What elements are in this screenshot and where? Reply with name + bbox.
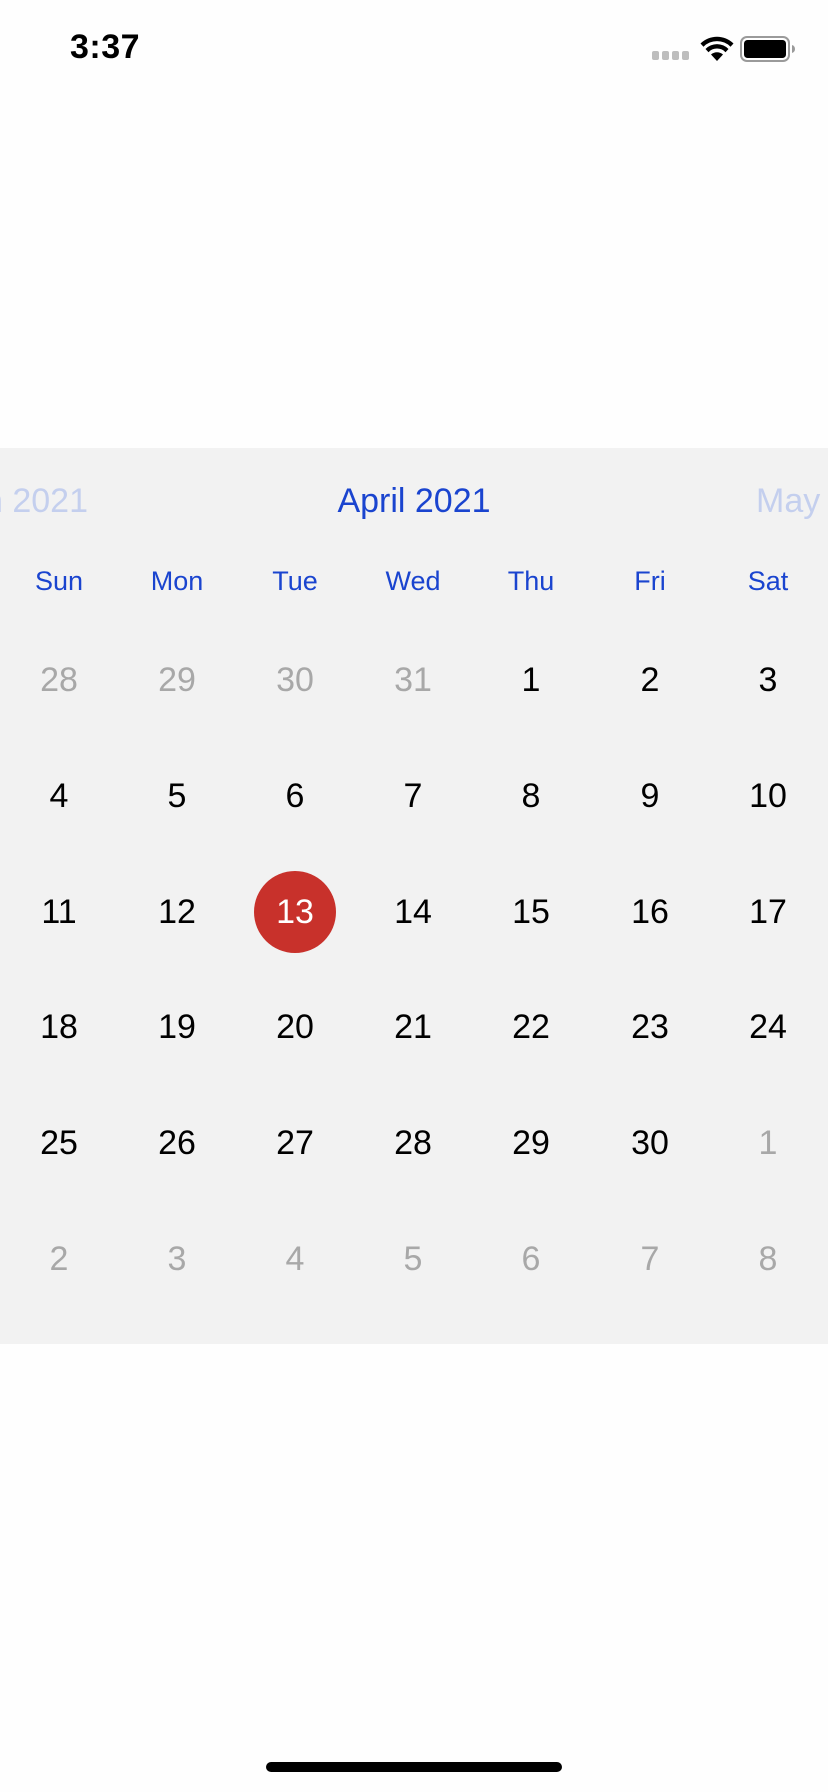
day-cell[interactable]: 22 — [490, 986, 572, 1068]
day-cell[interactable]: 18 — [18, 986, 100, 1068]
day-cell[interactable]: 2 — [609, 639, 691, 721]
day-cell[interactable]: 17 — [727, 871, 809, 953]
day-cell[interactable]: 27 — [254, 1102, 336, 1184]
day-cell[interactable]: 30 — [609, 1102, 691, 1184]
day-cell[interactable]: 15 — [490, 871, 572, 953]
day-cell[interactable]: 16 — [609, 871, 691, 953]
day-cell[interactable]: 3 — [136, 1218, 218, 1300]
calendar-view: March 2021 April 2021 May 2021 Sun Mon T… — [0, 448, 828, 1344]
day-cell[interactable]: 7 — [372, 755, 454, 837]
day-cell[interactable]: 28 — [18, 639, 100, 721]
day-cell[interactable]: 23 — [609, 986, 691, 1068]
day-cell[interactable]: 21 — [372, 986, 454, 1068]
wifi-icon — [700, 36, 734, 61]
home-indicator[interactable] — [266, 1762, 562, 1772]
day-cell[interactable]: 8 — [727, 1218, 809, 1300]
day-cell[interactable]: 6 — [254, 755, 336, 837]
day-cell[interactable]: 29 — [136, 639, 218, 721]
days-grid: 28 29 30 31 1 2 3 4 5 6 7 8 9 10 11 12 13 14 15 16 17 18 19 20 2… — [0, 448, 828, 1344]
day-cell[interactable]: 1 — [490, 639, 572, 721]
day-cell[interactable]: 26 — [136, 1102, 218, 1184]
day-cell[interactable]: 6 — [490, 1218, 572, 1300]
day-cell[interactable]: 24 — [727, 986, 809, 1068]
status-time: 3:37 — [70, 28, 141, 66]
day-cell[interactable]: 11 — [18, 871, 100, 953]
day-cell[interactable]: 30 — [254, 639, 336, 721]
day-cell[interactable]: 25 — [18, 1102, 100, 1184]
status-bar: 3:37 — [0, 0, 828, 100]
day-cell[interactable]: 4 — [18, 755, 100, 837]
day-cell[interactable]: 19 — [136, 986, 218, 1068]
day-cell[interactable]: 29 — [490, 1102, 572, 1184]
day-cell[interactable]: 12 — [136, 871, 218, 953]
day-cell[interactable]: 5 — [136, 755, 218, 837]
day-cell[interactable]: 28 — [372, 1102, 454, 1184]
battery-icon — [740, 36, 795, 62]
day-cell[interactable]: 2 — [18, 1218, 100, 1300]
day-cell[interactable]: 1 — [727, 1102, 809, 1184]
day-cell[interactable]: 8 — [490, 755, 572, 837]
day-cell[interactable]: 4 — [254, 1218, 336, 1300]
day-cell[interactable]: 3 — [727, 639, 809, 721]
day-cell[interactable]: 20 — [254, 986, 336, 1068]
day-cell[interactable]: 5 — [372, 1218, 454, 1300]
day-cell[interactable]: 10 — [727, 755, 809, 837]
day-cell[interactable]: 31 — [372, 639, 454, 721]
day-cell[interactable]: 7 — [609, 1218, 691, 1300]
day-cell[interactable]: 9 — [609, 755, 691, 837]
day-cell[interactable]: 14 — [372, 871, 454, 953]
cellular-signal-icon — [652, 51, 692, 61]
day-cell-selected[interactable]: 13 — [254, 871, 336, 953]
